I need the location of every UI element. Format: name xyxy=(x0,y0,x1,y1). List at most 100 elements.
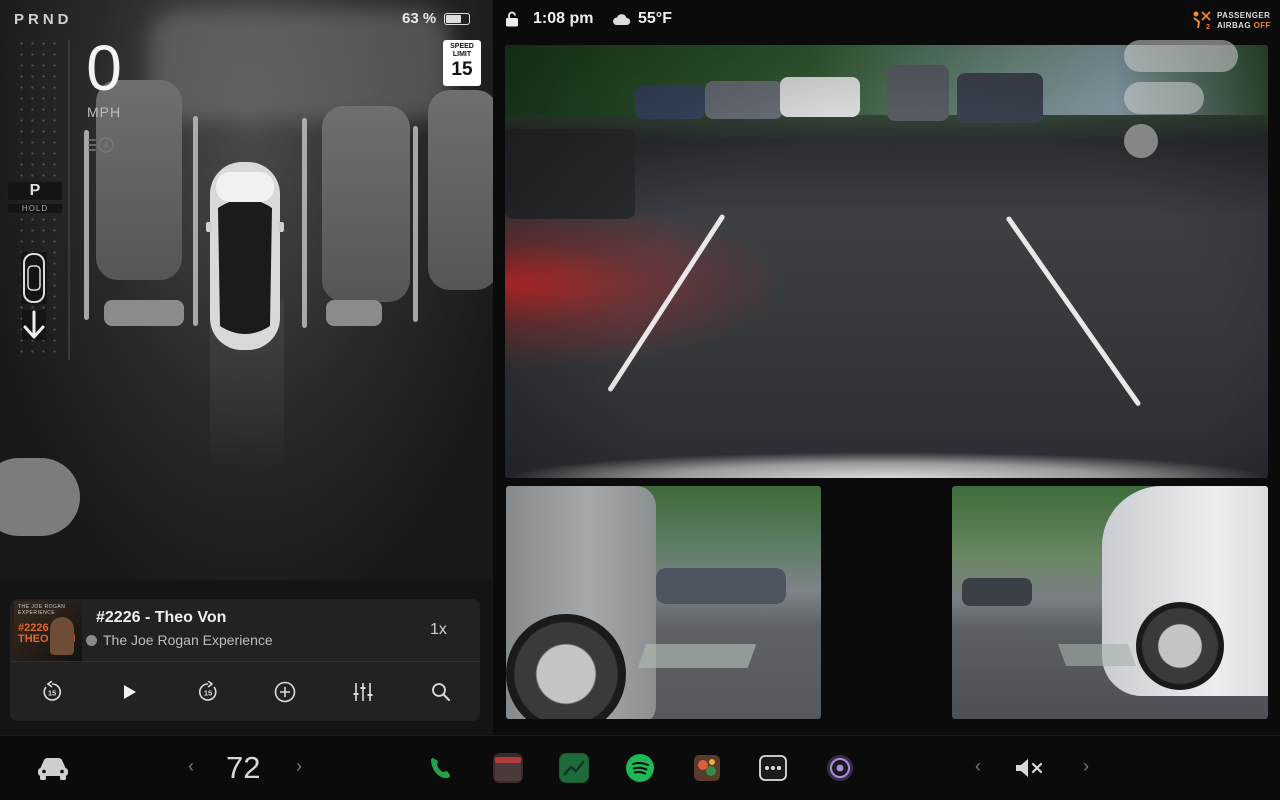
phone-icon xyxy=(431,758,450,779)
battery-icon xyxy=(444,12,471,25)
arrow-down-icon[interactable] xyxy=(22,310,46,340)
nearby-object xyxy=(0,458,80,536)
rear-bumper xyxy=(505,452,1268,478)
album-art-header: THE JOE ROGAN EXPERIENCE xyxy=(18,604,66,616)
phone-app[interactable] xyxy=(425,753,455,783)
current-gear: P xyxy=(8,182,62,200)
gear-selector-indicator: PRND xyxy=(14,11,73,28)
speed-limit-value: 15 xyxy=(451,59,473,80)
svg-text:2: 2 xyxy=(1206,24,1210,30)
airbag-label-2: AIRBAG OFF xyxy=(1217,21,1271,30)
spotify-app[interactable] xyxy=(625,753,655,783)
show-name: The Joe Rogan Experience xyxy=(103,632,273,648)
camera-app[interactable] xyxy=(825,753,855,783)
battery-status: 63 % xyxy=(402,10,471,27)
media-search-button[interactable] xyxy=(428,679,454,705)
media-controls: 15 15 xyxy=(10,662,480,721)
speed-limit-label: SPEED LIMIT xyxy=(450,43,474,58)
airbag-text: AIRBAG xyxy=(1217,21,1251,30)
clock: 1:08 pm xyxy=(533,10,594,27)
distant-cars xyxy=(962,578,1032,606)
curb-stop xyxy=(104,300,184,326)
volume-muted-icon[interactable] xyxy=(1014,756,1048,780)
status-bar: 1:08 pm 55°F 2 PASSENGER AIRBAG OFF xyxy=(493,0,1280,38)
speed-limit-sign: SPEED LIMIT 15 xyxy=(443,40,481,86)
camera-option-dot[interactable] xyxy=(1124,124,1158,158)
parking-line xyxy=(302,118,307,328)
outside-temperature: 55°F xyxy=(638,10,672,27)
svg-text:15: 15 xyxy=(204,689,212,698)
curb-stop xyxy=(326,300,382,326)
parked-car-shape xyxy=(322,106,410,302)
arcade-icon xyxy=(694,755,720,781)
left-repeater-camera-view xyxy=(506,486,821,719)
equalizer-icon xyxy=(353,683,373,701)
camera-option-pill[interactable] xyxy=(1124,82,1204,114)
driving-visualization-pane: PRND 63 % 0 MPH A SPEED LIMIT 15 P HOLD xyxy=(0,0,493,735)
auto-headlights-icon: A xyxy=(88,137,114,153)
ego-car-icon xyxy=(206,162,284,350)
battery-fill xyxy=(446,14,462,23)
add-to-library-button[interactable] xyxy=(272,679,298,705)
camera-option-pill[interactable] xyxy=(1124,40,1238,72)
equalizer-button[interactable] xyxy=(350,679,376,705)
battery-percent: 63 % xyxy=(402,10,437,27)
parking-line xyxy=(413,126,418,322)
camera-app-icon xyxy=(827,755,853,781)
forward-15-button[interactable]: 15 xyxy=(195,679,221,705)
cloud-icon xyxy=(613,14,631,25)
more-icon xyxy=(759,755,787,781)
media-player: THE JOE ROGAN EXPERIENCE #2226 THEO VON … xyxy=(10,599,480,721)
rewind-15-button[interactable]: 15 xyxy=(39,679,65,705)
track-source[interactable]: The Joe Rogan Experience xyxy=(86,632,273,648)
airbag-state: OFF xyxy=(1253,21,1271,30)
temp-down-button[interactable]: ‹ xyxy=(188,756,194,777)
tire xyxy=(1136,602,1224,690)
album-art-portrait xyxy=(50,617,74,655)
airbag-icon: 2 xyxy=(1193,11,1211,30)
parking-visualization xyxy=(0,0,493,580)
svg-text:15: 15 xyxy=(48,689,56,698)
distant-cars xyxy=(656,568,786,604)
spotify-icon xyxy=(626,754,654,782)
podcast-source-icon xyxy=(86,634,97,646)
calendar-app[interactable] xyxy=(493,753,523,783)
speed-readout: 0 xyxy=(86,32,122,104)
temp-up-button[interactable]: › xyxy=(296,756,302,777)
passenger-airbag-status: 2 PASSENGER AIRBAG OFF xyxy=(1191,8,1277,32)
rewind-15-icon: 15 xyxy=(43,681,62,701)
parking-line xyxy=(193,116,198,326)
mini-car-icon xyxy=(21,252,47,304)
ground-marking xyxy=(637,644,757,668)
playback-rate-button[interactable]: 1x xyxy=(430,621,447,639)
volume-up-button[interactable]: › xyxy=(1083,756,1089,777)
gear-strip-divider xyxy=(68,40,70,360)
toybox-icon xyxy=(560,754,588,782)
parked-car-shape xyxy=(428,90,493,290)
play-icon xyxy=(124,685,136,699)
parking-line xyxy=(84,130,89,320)
arcade-app[interactable] xyxy=(692,753,722,783)
album-art[interactable]: THE JOE ROGAN EXPERIENCE #2226 THEO VON xyxy=(14,601,82,661)
bottom-dock: ‹ 72 › ‹ › xyxy=(0,735,1280,800)
track-title[interactable]: #2226 - Theo Von xyxy=(96,609,226,627)
speed-unit: MPH xyxy=(86,104,122,120)
hold-label: HOLD xyxy=(8,204,62,213)
add-icon xyxy=(274,681,296,703)
unlock-icon[interactable] xyxy=(505,11,519,27)
gear-shift-strip[interactable]: P HOLD xyxy=(8,38,66,358)
forward-15-icon: 15 xyxy=(198,681,217,701)
play-button[interactable] xyxy=(116,679,142,705)
car-controls-icon[interactable] xyxy=(36,755,70,781)
search-icon xyxy=(432,683,450,701)
right-repeater-camera-view xyxy=(952,486,1268,719)
ground-marking xyxy=(1057,644,1137,666)
volume-down-button[interactable]: ‹ xyxy=(975,756,981,777)
svg-text:A: A xyxy=(103,141,109,150)
toybox-app[interactable] xyxy=(559,753,589,783)
tesla-screen: PRND 63 % 0 MPH A SPEED LIMIT 15 P HOLD xyxy=(0,0,1280,800)
cabin-temperature[interactable]: 72 xyxy=(226,750,260,786)
more-apps-button[interactable] xyxy=(758,753,788,783)
calendar-icon xyxy=(495,757,521,781)
airbag-label: PASSENGER xyxy=(1217,11,1271,20)
